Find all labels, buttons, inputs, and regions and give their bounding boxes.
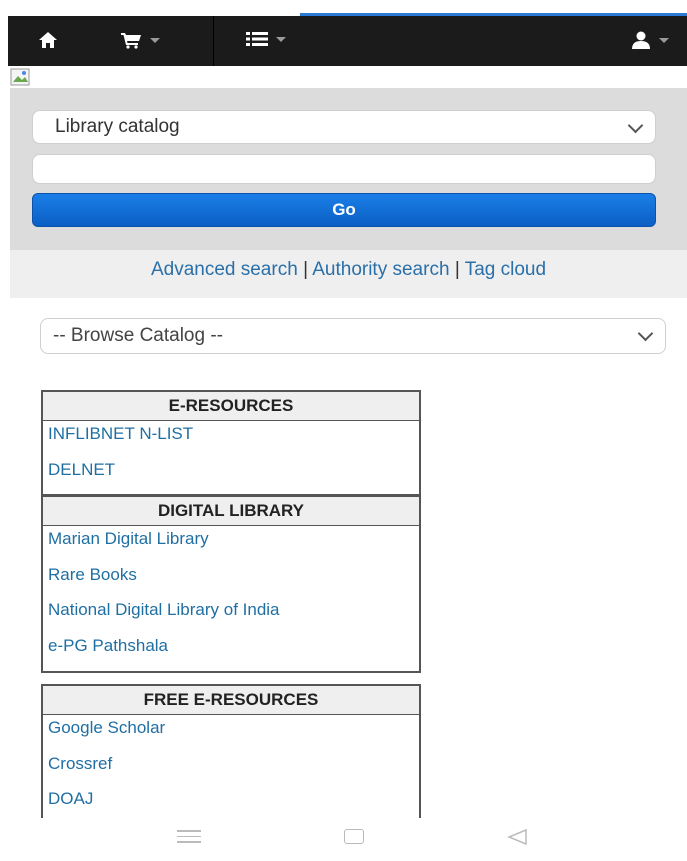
tag-cloud-link[interactable]: Tag cloud: [465, 259, 546, 280]
home-nav-icon[interactable]: [344, 829, 364, 844]
browse-catalog-select[interactable]: -- Browse Catalog --: [40, 318, 666, 354]
search-links: Advanced search | Authority search | Tag…: [10, 250, 687, 298]
home-button[interactable]: [38, 31, 58, 49]
catalog-select[interactable]: Library catalog: [32, 110, 656, 144]
page-load-progress: [0, 0, 687, 16]
link-rare-books[interactable]: Rare Books: [43, 562, 419, 598]
link-google-scholar[interactable]: Google Scholar: [43, 715, 419, 751]
link-crossref[interactable]: Crossref: [43, 751, 419, 787]
separator: |: [454, 259, 460, 280]
box-heading: E-RESOURCES: [43, 392, 419, 421]
list-icon: [246, 32, 268, 46]
search-panel: Library catalog Go: [10, 88, 687, 250]
top-navbar: [8, 16, 687, 66]
separator: |: [303, 259, 308, 280]
user-menu-button[interactable]: [631, 31, 669, 49]
browse-catalog-label: -- Browse Catalog --: [53, 325, 223, 346]
free-e-resources-box: FREE E-RESOURCES Google Scholar Crossref…: [41, 684, 421, 818]
link-delnet[interactable]: DELNET: [43, 457, 419, 493]
advanced-search-link[interactable]: Advanced search: [151, 259, 298, 280]
chevron-down-icon: [276, 36, 286, 42]
broken-logo-image: [10, 68, 36, 88]
box-heading: DIGITAL LIBRARY: [43, 497, 419, 526]
cart-button[interactable]: [120, 31, 160, 49]
digital-library-box: DIGITAL LIBRARY Marian Digital Library R…: [41, 495, 421, 673]
recent-apps-icon[interactable]: [177, 830, 201, 844]
link-inflibnet[interactable]: INFLIBNET N-LIST: [43, 421, 419, 457]
chevron-down-icon: [659, 37, 669, 43]
e-resources-box: E-RESOURCES INFLIBNET N-LIST DELNET: [41, 390, 421, 496]
link-doaj[interactable]: DOAJ: [43, 786, 419, 822]
link-epg-pathshala[interactable]: e-PG Pathshala: [43, 633, 419, 669]
go-button[interactable]: Go: [32, 193, 656, 227]
box-heading: FREE E-RESOURCES: [43, 686, 419, 715]
chevron-down-icon: [637, 325, 654, 342]
catalog-select-label: Library catalog: [55, 116, 180, 137]
link-marian-digital-library[interactable]: Marian Digital Library: [43, 526, 419, 562]
back-icon[interactable]: [506, 828, 528, 846]
android-nav-bar: [0, 818, 687, 861]
link-ndli[interactable]: National Digital Library of India: [43, 597, 419, 633]
lists-button[interactable]: [246, 31, 286, 47]
chevron-down-icon: [627, 117, 644, 134]
chevron-down-icon: [150, 37, 160, 43]
user-icon: [632, 31, 650, 49]
search-input[interactable]: [32, 154, 656, 184]
cart-icon: [121, 33, 141, 49]
authority-search-link[interactable]: Authority search: [312, 259, 449, 280]
home-icon: [39, 32, 57, 48]
